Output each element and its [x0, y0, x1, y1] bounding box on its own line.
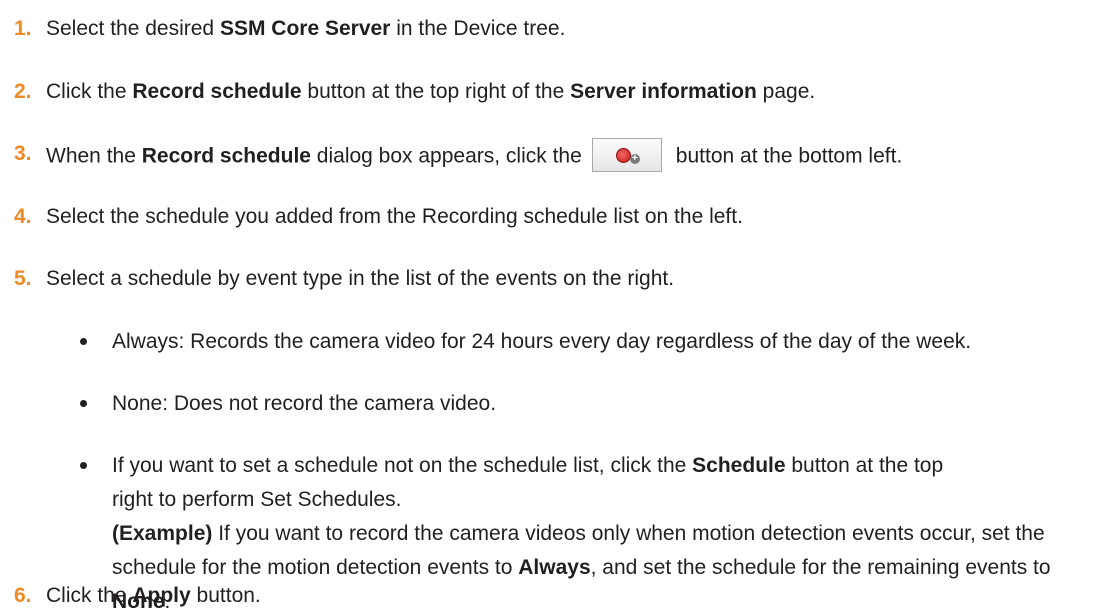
bullet-text: right to perform Set Schedules. — [112, 488, 402, 511]
bullet-text: Always: Records the camera video for 24 … — [112, 330, 972, 353]
step-text: When the Record schedule dialog box appe… — [46, 138, 903, 174]
plus-badge-icon: + — [629, 154, 640, 164]
bold-term: Schedule — [692, 454, 786, 477]
example-label: (Example) — [112, 522, 213, 545]
step-text: Click the Record schedule button at the … — [46, 78, 815, 106]
bold-term: Server information — [570, 80, 757, 103]
step-text: Select the desired SSM Core Server in th… — [46, 15, 565, 43]
text-run: Select the desired — [46, 17, 220, 40]
text-run: page. — [756, 80, 816, 103]
bullet-text: If you want to set a schedule not on the… — [112, 452, 943, 480]
step-number: 2. — [14, 80, 32, 103]
text-run: dialog box appears, click the — [310, 144, 582, 168]
step-number: 3. — [14, 142, 32, 165]
step-number: 1. — [14, 17, 32, 40]
text-run: , and set the schedule for the remaining… — [590, 556, 1051, 579]
text-run: If you want to set a schedule not on the… — [112, 454, 693, 477]
text-run: Click the — [46, 80, 133, 103]
bullet-icon — [80, 338, 87, 345]
text-run: button at the top — [785, 454, 944, 477]
bullet-icon — [80, 400, 87, 407]
step-text: Click the Apply button. — [46, 582, 261, 610]
step-number: 5. — [14, 267, 32, 290]
record-add-button[interactable]: + — [591, 138, 662, 172]
text-run: Click the — [46, 584, 133, 607]
bold-term: Apply — [132, 584, 191, 607]
bullet-text: None: Does not record the camera video. — [112, 392, 497, 415]
step-number: 4. — [14, 205, 32, 228]
step-text: Select a schedule by event type in the l… — [46, 267, 675, 290]
text-run: button. — [190, 584, 261, 607]
bold-term: Record schedule — [132, 80, 302, 103]
bullet-icon — [80, 462, 87, 469]
bold-term: Record schedule — [141, 144, 311, 168]
record-add-icon — [615, 148, 631, 163]
text-run: When the — [46, 144, 142, 168]
text-run: in the Device tree. — [390, 17, 566, 40]
bold-term: Always — [518, 556, 591, 579]
step-text: Select the schedule you added from the R… — [46, 205, 743, 228]
bold-term: SSM Core Server — [219, 17, 391, 40]
manual-page: 1. Select the desired SSM Core Server in… — [0, 0, 1096, 611]
text-run: button at the top right of the — [301, 80, 571, 103]
text-run: button at the bottom left. — [675, 144, 903, 168]
step-number: 6. — [14, 584, 32, 607]
